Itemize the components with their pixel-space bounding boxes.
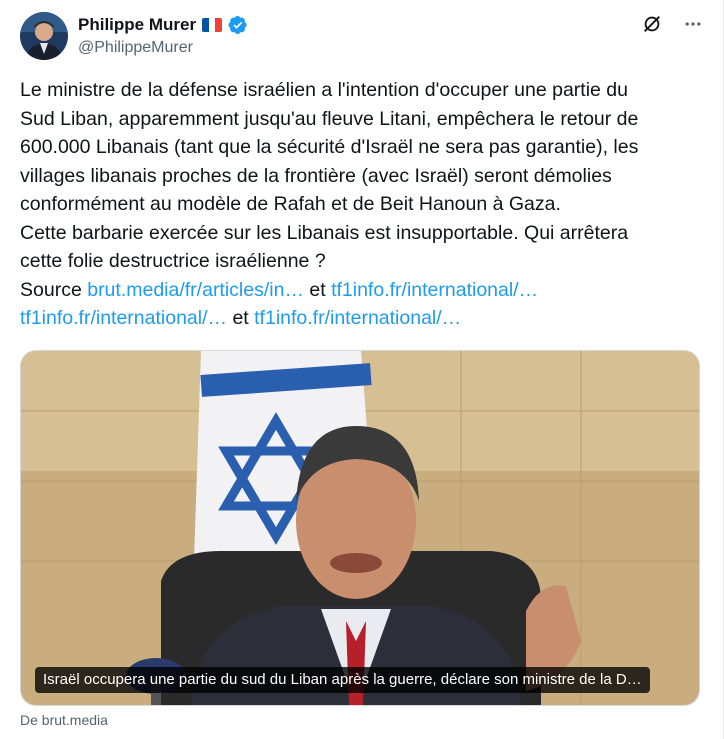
link-card-image[interactable]: Israël occupera une partie du sud du Lib… xyxy=(20,350,700,706)
link-card-caption: Israël occupera une partie du sud du Lib… xyxy=(35,667,650,693)
news-photo xyxy=(21,351,699,705)
tweet-line: cette folie destructrice israélienne ? xyxy=(20,250,326,272)
author-avatar[interactable] xyxy=(20,12,68,60)
tweet-line: 600.000 Libanais (tant que la sécurité d… xyxy=(20,136,639,158)
author-names: Philippe Murer @PhilippeMurer xyxy=(78,14,248,57)
header-actions xyxy=(641,12,703,36)
conjunction-text: et xyxy=(309,278,326,301)
link-card-source[interactable]: De brut.media xyxy=(20,712,108,728)
author-handle[interactable]: @PhilippeMurer xyxy=(78,39,248,57)
tweet-header: Philippe Murer @PhilippeMurer xyxy=(20,12,703,62)
tweet-line: conformément au modèle de Rafah et de Be… xyxy=(20,193,561,215)
tweet-line: Le ministre de la défense israélien a l'… xyxy=(20,79,628,101)
link-tf1-2[interactable]: tf1info.fr/international/… xyxy=(20,307,227,329)
source-line: Source brut.media/fr/articles/in… et tf1… xyxy=(20,276,704,305)
france-flag-icon xyxy=(202,18,223,32)
source-label: Source xyxy=(20,278,82,301)
conjunction-text: et xyxy=(232,307,249,329)
author-display-name[interactable]: Philippe Murer xyxy=(78,15,196,35)
tweet-line: villages libanais proches de la frontièr… xyxy=(20,164,612,187)
verified-badge-icon[interactable] xyxy=(228,15,248,35)
tweet-card: Philippe Murer @PhilippeMurer Le ministr… xyxy=(0,0,724,739)
link-tf1-1[interactable]: tf1info.fr/international/… xyxy=(331,279,538,301)
link-tf1-3[interactable]: tf1info.fr/international/… xyxy=(254,307,461,329)
grok-icon[interactable] xyxy=(641,13,663,35)
tweet-line: Sud Liban, apparemment jusqu'au fleuve L… xyxy=(20,107,639,130)
tweet-text: Le ministre de la défense israélien a l'… xyxy=(20,76,704,333)
more-icon[interactable] xyxy=(683,14,703,34)
tweet-line: Cette barbarie exercée sur les Libanais … xyxy=(20,221,629,244)
link-brut[interactable]: brut.media/fr/articles/in… xyxy=(87,279,304,301)
links-line: tf1info.fr/international/… et tf1info.fr… xyxy=(20,304,704,333)
